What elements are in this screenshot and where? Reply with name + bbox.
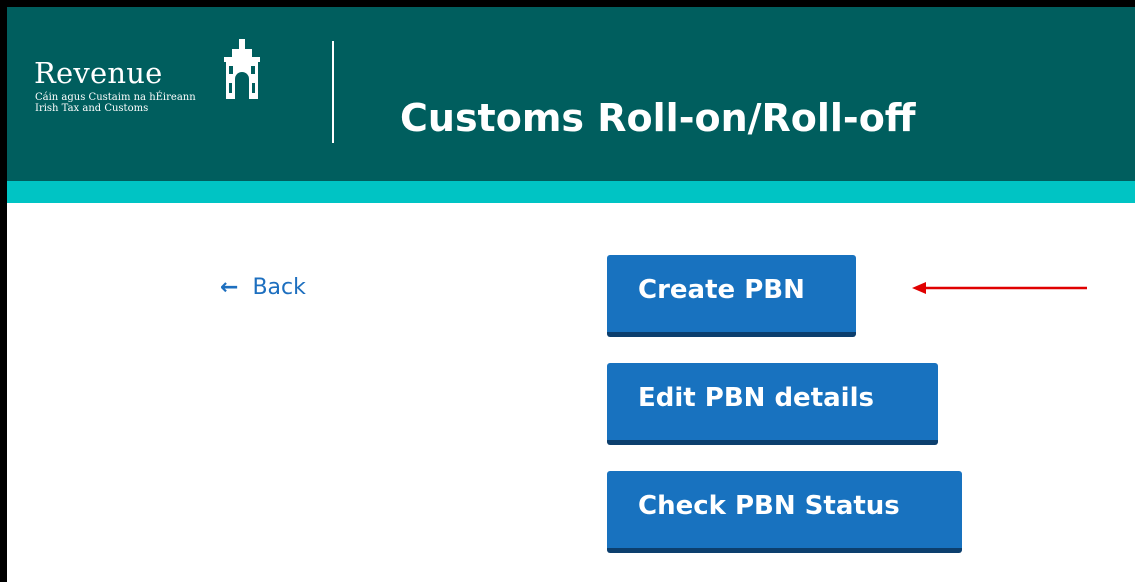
back-link[interactable]: ← Back [220, 275, 306, 300]
castle-gate-icon [224, 39, 260, 99]
check-pbn-status-button[interactable]: Check PBN Status [607, 471, 962, 553]
accent-bar [7, 181, 1135, 203]
annotation-arrow [912, 282, 1087, 294]
logo-wordmark: Revenue [34, 56, 163, 90]
page-title: Customs Roll-on/Roll-off [400, 96, 916, 140]
create-pbn-button[interactable]: Create PBN [607, 255, 856, 337]
edit-pbn-details-button[interactable]: Edit PBN details [607, 363, 938, 445]
logo-subtitle-irish: Cáin agus Custaim na hÉireann [35, 92, 196, 103]
revenue-logo[interactable]: Revenue Cáin agus Custaim na hÉireann Ir… [34, 37, 294, 147]
logo-subtitle-english: Irish Tax and Customs [35, 103, 149, 114]
header-divider [332, 41, 334, 143]
back-label: Back [252, 275, 306, 300]
site-header: Revenue Cáin agus Custaim na hÉireann Ir… [7, 7, 1135, 181]
arrow-left-icon: ← [220, 274, 239, 300]
page-frame: Revenue Cáin agus Custaim na hÉireann Ir… [0, 0, 1135, 582]
